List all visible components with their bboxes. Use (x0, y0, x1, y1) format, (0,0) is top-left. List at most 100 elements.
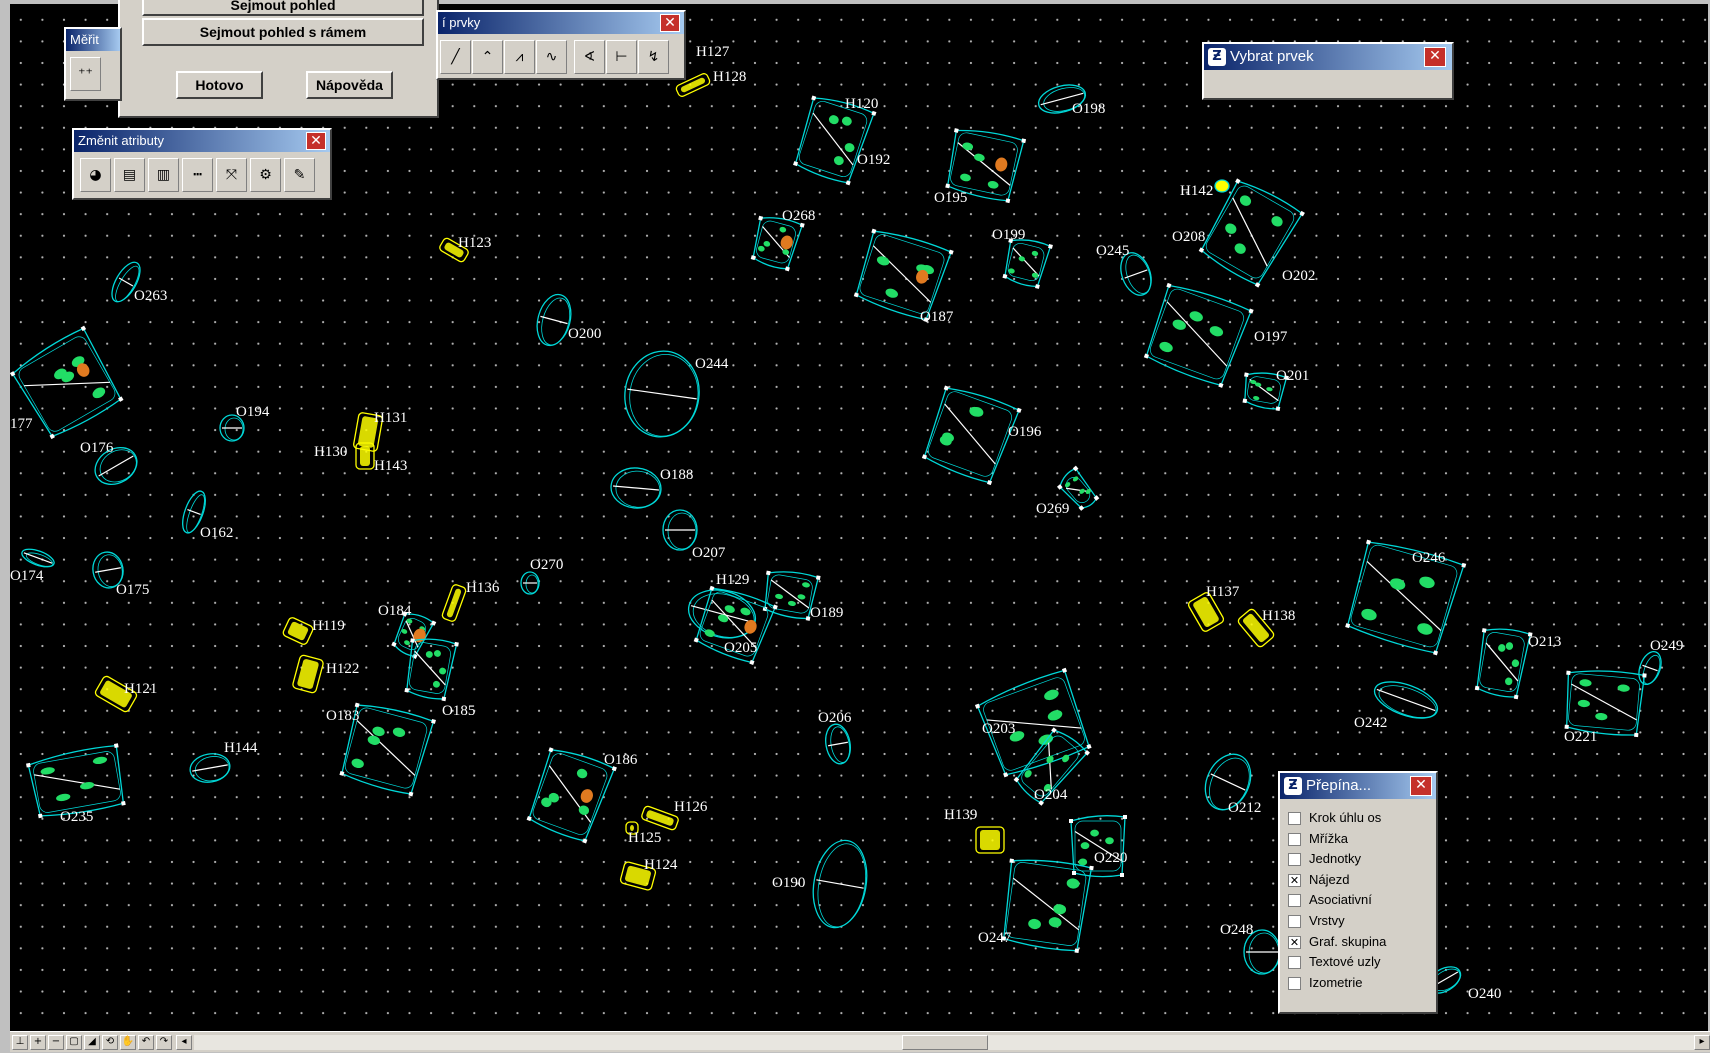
checkbox[interactable] (1288, 956, 1301, 970)
rotate-view-icon[interactable]: ⟲ (102, 1035, 118, 1050)
feature-label: H142 (1180, 183, 1213, 199)
close-icon[interactable]: ✕ (306, 132, 326, 150)
point-curve-icon[interactable]: ↯ (638, 40, 669, 74)
scroll-right-icon[interactable]: ▸ (1694, 1035, 1710, 1050)
scroll-left-icon[interactable]: ◂ (176, 1035, 192, 1050)
feature-outline[interactable] (441, 584, 467, 623)
checkbox[interactable] (1288, 915, 1301, 929)
construct-bisector-icon[interactable]: ⊢ (606, 40, 637, 74)
fit-view-icon[interactable]: ◢ (84, 1035, 100, 1050)
done-button[interactable]: Hotovo (176, 71, 263, 99)
feature-label: H139 (944, 807, 977, 823)
feature-label: H144 (224, 740, 258, 756)
toggle-8[interactable]: Izometrie (1288, 974, 1362, 994)
match-attributes-icon[interactable]: ⚙ (250, 158, 281, 192)
toggle-4[interactable]: Asociativní (1288, 891, 1372, 911)
toggle-1[interactable]: Mřížka (1288, 830, 1348, 850)
feature-label: O268 (782, 208, 815, 224)
feature-outline[interactable] (1561, 667, 1647, 738)
feature-label: O263 (134, 288, 167, 304)
change-element-icon[interactable]: ▤ (114, 158, 145, 192)
close-icon[interactable]: ✕ (1424, 47, 1446, 67)
feature-label: O196 (1008, 424, 1042, 440)
change-attributes-title: Změnit atributy ✕ (74, 130, 330, 152)
help-button[interactable]: Nápověda (306, 71, 393, 99)
line-style-icon[interactable]: ┅ (182, 158, 213, 192)
window-area-icon[interactable]: ▢ (66, 1035, 82, 1050)
view-previous-icon[interactable]: ↶ (138, 1035, 154, 1050)
measure-toolbar: Měřit ⁺⁺ (64, 27, 122, 101)
feature-label: O190 (772, 875, 805, 891)
toggle-label: Izometrie (1309, 974, 1363, 990)
zoom-in-icon[interactable]: + (30, 1035, 46, 1050)
feature-outline[interactable] (523, 744, 617, 845)
feature-outline[interactable] (1635, 649, 1665, 688)
checkbox[interactable] (1288, 894, 1301, 908)
feature-outline[interactable] (619, 346, 704, 441)
feature-outline[interactable] (292, 654, 324, 694)
capture-view-button[interactable]: Sejmout pohled (142, 0, 424, 16)
feature-outline[interactable] (520, 571, 540, 595)
checkbox[interactable] (1288, 976, 1301, 990)
close-icon[interactable]: ✕ (1410, 776, 1432, 796)
feature-label: O245 (1096, 243, 1129, 259)
measure-toolbar-title: Měřit (66, 29, 120, 51)
feature-label: O235 (60, 809, 93, 825)
multiline-icon[interactable]: ⩘ (504, 40, 535, 74)
feature-label: H124 (644, 857, 678, 873)
checkbox[interactable] (1288, 812, 1301, 826)
palette-icon[interactable]: ◕ (80, 158, 111, 192)
feature-label: H127 (696, 44, 730, 60)
attribute-pick-icon[interactable]: ✎ (284, 158, 315, 192)
feature-outline[interactable] (609, 466, 662, 510)
checkbox[interactable]: ✕ (1288, 935, 1301, 949)
feature-label: H120 (845, 96, 878, 112)
measure-distance-icon[interactable]: ⁺⁺ (70, 57, 101, 91)
feature-outline[interactable] (807, 836, 873, 932)
feature-label: O207 (692, 545, 726, 561)
feature-outline[interactable] (823, 722, 854, 766)
feature-label: O199 (992, 227, 1025, 243)
feature-outline[interactable] (998, 855, 1094, 954)
curve-icon[interactable]: ∿ (536, 40, 567, 74)
modify-arrows-icon[interactable]: ⤧ (216, 158, 247, 192)
feature-outline[interactable] (282, 616, 314, 645)
feature-outline[interactable] (662, 509, 698, 551)
feature-label: O248 (1220, 922, 1253, 938)
toggle-5[interactable]: Vrstvy (1288, 912, 1345, 932)
feature-outline[interactable] (20, 546, 57, 571)
feature-outline[interactable] (1342, 536, 1467, 656)
construct-angle-icon[interactable]: ∢ (574, 40, 605, 74)
feature-outline[interactable] (975, 826, 1005, 854)
close-icon[interactable]: ✕ (660, 14, 680, 32)
lock-icon[interactable]: ⊥ (12, 1035, 28, 1050)
checkbox[interactable] (1288, 832, 1301, 846)
feature-label: O194 (236, 404, 270, 420)
feature-outline[interactable] (401, 634, 459, 702)
toggle-2[interactable]: Jednotky (1288, 850, 1361, 870)
feature-outline[interactable] (1471, 624, 1533, 700)
fill-icon[interactable]: ▥ (148, 158, 179, 192)
feature-outline[interactable] (1140, 279, 1254, 389)
feature-label: O197 (1254, 329, 1288, 345)
checkbox[interactable]: ✕ (1288, 873, 1301, 887)
horizontal-scrollbar[interactable] (194, 1035, 1694, 1050)
capture-view-frame-button[interactable]: Sejmout pohled s rámem (142, 18, 424, 46)
smartline-icon[interactable]: ⌃ (472, 40, 503, 74)
toggle-3[interactable]: ✕ Nájezd (1288, 871, 1349, 891)
view-next-icon[interactable]: ↷ (156, 1035, 172, 1050)
line-icon[interactable]: ╱ (440, 40, 471, 74)
scrollbar-thumb[interactable] (902, 1035, 988, 1050)
feature-outline[interactable] (918, 382, 1022, 486)
feature-label: O195 (934, 190, 967, 206)
checkbox[interactable] (1288, 853, 1301, 867)
feature-label: O221 (1564, 729, 1597, 745)
feature-label: O247 (978, 930, 1012, 946)
feature-outline[interactable] (1214, 179, 1230, 193)
toggle-0[interactable]: Krok úhlu os (1288, 809, 1381, 829)
toggle-7[interactable]: Textové uzly (1288, 953, 1381, 973)
feature-outline[interactable] (1069, 815, 1127, 878)
zoom-out-icon[interactable]: − (48, 1035, 64, 1050)
pan-view-icon[interactable]: ✋ (120, 1035, 136, 1050)
toggle-6[interactable]: ✕ Graf. skupina (1288, 933, 1386, 953)
